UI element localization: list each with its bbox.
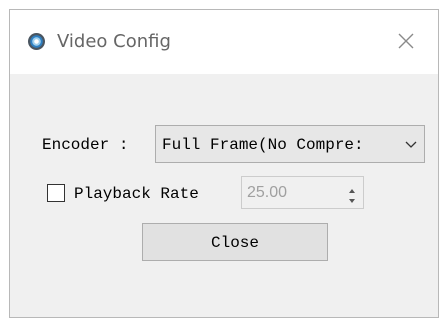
playback-rate-label[interactable]: Playback Rate <box>74 185 199 203</box>
spin-down-arrow-icon[interactable] <box>345 193 359 203</box>
spin-buttons <box>345 183 359 203</box>
title-bar: Video Config <box>10 10 438 74</box>
close-button[interactable]: Close <box>142 223 328 261</box>
spin-up-arrow-icon[interactable] <box>345 183 359 193</box>
close-button-label: Close <box>210 234 259 252</box>
playback-rate-value: 25.00 <box>247 184 288 201</box>
window-title: Video Config <box>57 31 171 52</box>
app-globe-icon <box>28 33 45 50</box>
chevron-down-icon <box>404 138 418 150</box>
video-config-dialog: Video Config Encoder : Full Frame(No Com… <box>9 9 439 318</box>
playback-rate-spinbox[interactable]: 25.00 <box>241 176 364 209</box>
close-icon[interactable] <box>394 29 418 53</box>
playback-rate-checkbox[interactable] <box>47 184 65 202</box>
encoder-selected-value: Full Frame(No Compre: <box>162 136 364 154</box>
encoder-select[interactable]: Full Frame(No Compre: <box>155 125 425 163</box>
encoder-label: Encoder : <box>42 136 129 154</box>
